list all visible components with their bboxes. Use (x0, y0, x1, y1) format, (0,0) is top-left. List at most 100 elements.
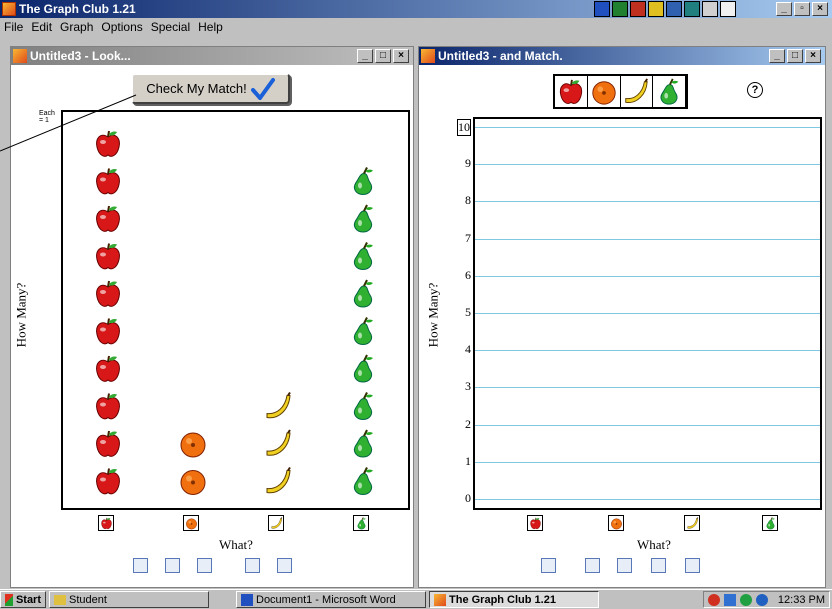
y-tick-label: 0 (465, 491, 471, 505)
table-view-icon[interactable] (133, 558, 148, 573)
apple-category-icon[interactable] (98, 515, 114, 531)
orange-category-icon[interactable] (608, 515, 624, 531)
taskbar-item-label: Student (69, 593, 107, 606)
taskbar-item-student[interactable]: Student (49, 591, 209, 608)
bar-graph-plot-area (473, 117, 822, 510)
check-my-match-button[interactable]: Check My Match! (131, 73, 290, 104)
gridline (475, 127, 820, 128)
taskbar-item-graph-club[interactable]: The Graph Club 1.21 (429, 591, 599, 608)
apple-pictogram (96, 355, 120, 382)
tray-icon[interactable] (723, 593, 736, 606)
y-tick-label: 3 (465, 379, 471, 394)
banana-palette-item[interactable] (621, 76, 654, 107)
menu-file[interactable]: File (4, 20, 23, 34)
apple-palette-item[interactable] (555, 76, 588, 107)
apple-pictogram (96, 393, 120, 420)
help-icon[interactable] (720, 1, 736, 17)
menu-help[interactable]: Help (198, 20, 223, 34)
apple-pictogram (96, 205, 120, 232)
pear-category-icon[interactable] (762, 515, 778, 531)
y-tick-label: 4 (465, 342, 471, 357)
gridline (475, 313, 820, 314)
taskbar-item-label: The Graph Club 1.21 (449, 593, 556, 606)
maximize-button[interactable]: □ (787, 49, 803, 63)
close-button[interactable]: × (805, 49, 821, 63)
apple-category-icon[interactable] (527, 515, 543, 531)
taskbar-item-word[interactable]: Document1 - Microsoft Word (236, 591, 426, 608)
restore-button[interactable]: ▫ (794, 2, 810, 16)
minimize-button[interactable]: _ (769, 49, 785, 63)
y-tick-label: 5 (465, 305, 471, 319)
tray-icon[interactable] (739, 593, 752, 606)
check-my-match-label: Check My Match! (146, 81, 247, 96)
tray-icon[interactable] (755, 593, 768, 606)
apple-pictogram (96, 430, 120, 457)
pear-pictogram (353, 429, 373, 458)
pear-pictogram (353, 317, 373, 346)
graph-club-icon (421, 49, 435, 63)
publisher-icon[interactable] (684, 1, 700, 17)
menu-special[interactable]: Special (151, 20, 190, 34)
pear-category-icon[interactable] (353, 515, 369, 531)
pictograph-view-icon[interactable] (585, 558, 600, 573)
orange-palette-item[interactable] (588, 76, 621, 107)
table-view-icon[interactable] (541, 558, 556, 573)
gridline (475, 350, 820, 352)
gridline (475, 424, 820, 426)
gridline (475, 499, 820, 500)
y-tick-label: 10 (457, 119, 471, 136)
orange-category-icon[interactable] (183, 515, 199, 531)
powerpoint-icon[interactable] (630, 1, 646, 17)
gridline (475, 461, 820, 463)
menu-options[interactable]: Options (101, 20, 142, 34)
close-button[interactable]: × (812, 2, 828, 16)
apple-pictogram (96, 468, 120, 495)
bar-graph-view-icon[interactable] (197, 558, 212, 573)
maximize-button[interactable]: □ (375, 49, 391, 63)
circle-graph-view-icon[interactable] (277, 558, 292, 573)
access-icon[interactable] (666, 1, 682, 17)
apple-pictogram (96, 168, 120, 195)
pear-pictogram (353, 242, 373, 271)
tray-icon[interactable] (707, 593, 720, 606)
help-question-icon[interactable]: ? (747, 82, 763, 98)
graph-club-icon (2, 2, 16, 16)
gridline (475, 275, 820, 277)
excel-icon[interactable] (612, 1, 628, 17)
line-graph-view-icon[interactable] (651, 558, 666, 573)
banana-pictogram (266, 466, 291, 494)
banana-category-icon[interactable] (268, 515, 284, 531)
look-pane-titlebar: Untitled3 - Look... _ □ × (11, 47, 413, 65)
apple-pictogram (96, 318, 120, 345)
pear-pictogram (353, 279, 373, 308)
minimize-button[interactable]: _ (357, 49, 373, 63)
fruit-palette (553, 74, 688, 109)
line-graph-view-icon[interactable] (245, 558, 260, 573)
x-axis-label: What? (637, 537, 671, 552)
close-button[interactable]: × (393, 49, 409, 63)
circle-graph-view-icon[interactable] (685, 558, 700, 573)
banana-pictogram (266, 429, 291, 456)
pictograph-plot-area (61, 110, 410, 510)
pictograph-svg (96, 130, 373, 496)
bar-graph-view-icon[interactable] (617, 558, 632, 573)
menu-graph[interactable]: Graph (60, 20, 93, 34)
taskbar: Start Student Document1 - Microsoft Word… (0, 589, 832, 609)
pear-palette-item[interactable] (653, 76, 686, 107)
minimize-button[interactable]: _ (776, 2, 792, 16)
office-assistant-icon[interactable] (702, 1, 718, 17)
look-pane: Untitled3 - Look... _ □ × Each = 1 How M… (10, 46, 414, 588)
clock: 12:33 PM (777, 593, 825, 606)
y-tick-label: 6 (465, 267, 471, 282)
start-button[interactable]: Start (0, 591, 46, 608)
banana-category-icon[interactable] (684, 515, 700, 531)
outlook-icon[interactable] (648, 1, 664, 17)
taskbar-item-label: Document1 - Microsoft Word (256, 593, 396, 606)
gridline (475, 387, 820, 389)
word-icon[interactable] (594, 1, 610, 17)
pear-pictogram (353, 392, 373, 421)
graph-club-icon (13, 49, 27, 63)
menu-edit[interactable]: Edit (31, 20, 52, 34)
start-label: Start (15, 593, 41, 606)
pictograph-view-icon[interactable] (165, 558, 180, 573)
